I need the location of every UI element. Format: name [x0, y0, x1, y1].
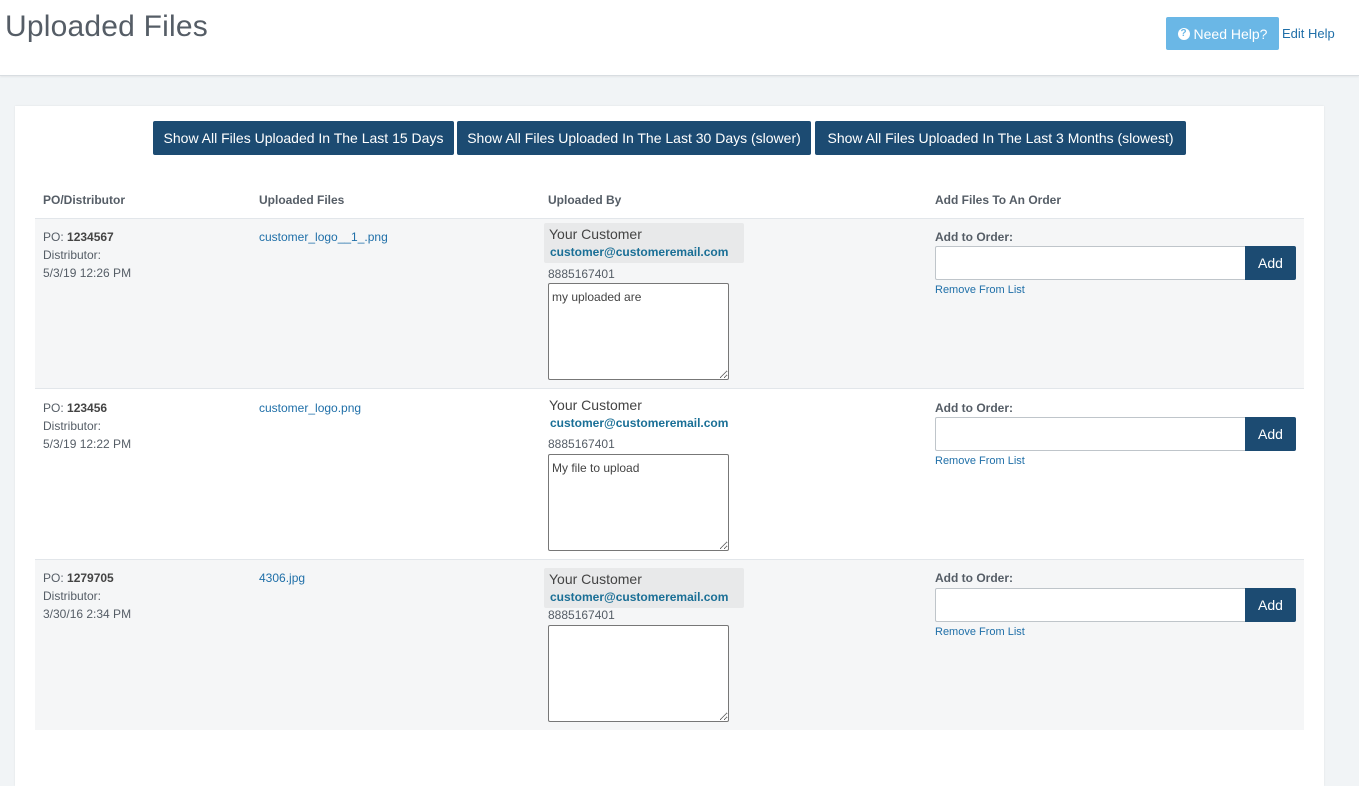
po-number: 1234567 — [67, 230, 114, 244]
uploader-name: Your Customer — [549, 226, 642, 242]
uploaded-file-link[interactable]: customer_logo__1_.png — [259, 230, 388, 244]
add-to-order-button[interactable]: Add — [1245, 417, 1296, 451]
column-header-uploaded-files: Uploaded Files — [259, 193, 345, 207]
add-to-order-button[interactable]: Add — [1245, 246, 1296, 280]
need-help-button[interactable]: ? Need Help? — [1166, 17, 1279, 50]
remove-from-list-link[interactable]: Remove From List — [935, 284, 1025, 296]
filter-3-months-button[interactable]: Show All Files Uploaded In The Last 3 Mo… — [815, 121, 1186, 155]
distributor-label: Distributor: — [43, 248, 102, 262]
po-label: PO: — [43, 230, 64, 244]
po-cell: PO: 1279705 Distributor: 3/30/16 2:34 PM — [43, 569, 131, 623]
order-number-input[interactable] — [935, 246, 1246, 280]
filter-30-days-button[interactable]: Show All Files Uploaded In The Last 30 D… — [457, 121, 811, 155]
uploader-phone: 8885167401 — [548, 608, 615, 622]
upload-date: 5/3/19 12:22 PM — [43, 437, 132, 451]
edit-help-link[interactable]: Edit Help — [1282, 26, 1335, 41]
column-header-add-files: Add Files To An Order — [935, 193, 1062, 207]
upload-note-textarea[interactable] — [548, 625, 729, 722]
filter-15-days-button[interactable]: Show All Files Uploaded In The Last 15 D… — [153, 121, 454, 155]
uploader-email-link[interactable]: customer@customeremail.com — [550, 416, 728, 430]
uploaded-file-link[interactable]: 4306.jpg — [259, 571, 305, 585]
add-to-order-button[interactable]: Add — [1245, 588, 1296, 622]
po-cell: PO: 1234567 Distributor: 5/3/19 12:26 PM — [43, 228, 131, 282]
uploader-info: Your Customer customer@customeremail.com — [544, 394, 744, 434]
uploader-info: Your Customer customer@customeremail.com — [544, 568, 744, 608]
po-number: 1279705 — [67, 571, 114, 585]
uploader-phone: 8885167401 — [548, 437, 615, 451]
uploader-name: Your Customer — [549, 397, 642, 413]
uploader-phone: 8885167401 — [548, 267, 615, 281]
question-circle-icon: ? — [1177, 27, 1190, 40]
remove-from-list-link[interactable]: Remove From List — [935, 626, 1025, 638]
upload-date: 3/30/16 2:34 PM — [43, 607, 132, 621]
uploader-email-link[interactable]: customer@customeremail.com — [550, 590, 728, 604]
upload-note-textarea[interactable]: my uploaded are — [548, 283, 729, 380]
column-header-po-distributor: PO/Distributor — [43, 193, 126, 207]
add-to-order-label: Add to Order: — [935, 571, 1013, 585]
add-to-order-label: Add to Order: — [935, 230, 1013, 244]
column-header-uploaded-by: Uploaded By — [548, 193, 622, 207]
uploader-name: Your Customer — [549, 571, 642, 587]
add-to-order-label: Add to Order: — [935, 401, 1013, 415]
upload-date: 5/3/19 12:26 PM — [43, 266, 132, 280]
order-number-input[interactable] — [935, 588, 1246, 622]
top-header: Uploaded Files ? Need Help? Edit Help — [0, 0, 1359, 76]
table-row: PO: 123456 Distributor: 5/3/19 12:22 PM … — [35, 388, 1304, 559]
table-row: PO: 1279705 Distributor: 3/30/16 2:34 PM… — [35, 559, 1304, 730]
uploader-email-link[interactable]: customer@customeremail.com — [550, 245, 728, 259]
order-number-input[interactable] — [935, 417, 1246, 451]
distributor-label: Distributor: — [43, 589, 102, 603]
page-title: Uploaded Files — [5, 10, 208, 43]
remove-from-list-link[interactable]: Remove From List — [935, 455, 1025, 467]
uploader-info: Your Customer customer@customeremail.com — [544, 223, 744, 263]
po-label: PO: — [43, 571, 64, 585]
upload-note-textarea[interactable]: My file to upload — [548, 454, 729, 551]
po-label: PO: — [43, 401, 64, 415]
uploaded-file-link[interactable]: customer_logo.png — [259, 401, 361, 415]
table-row: PO: 1234567 Distributor: 5/3/19 12:26 PM… — [35, 218, 1304, 389]
po-cell: PO: 123456 Distributor: 5/3/19 12:22 PM — [43, 399, 131, 453]
po-number: 123456 — [67, 401, 108, 415]
need-help-label: Need Help? — [1193, 25, 1268, 42]
distributor-label: Distributor: — [43, 419, 102, 433]
